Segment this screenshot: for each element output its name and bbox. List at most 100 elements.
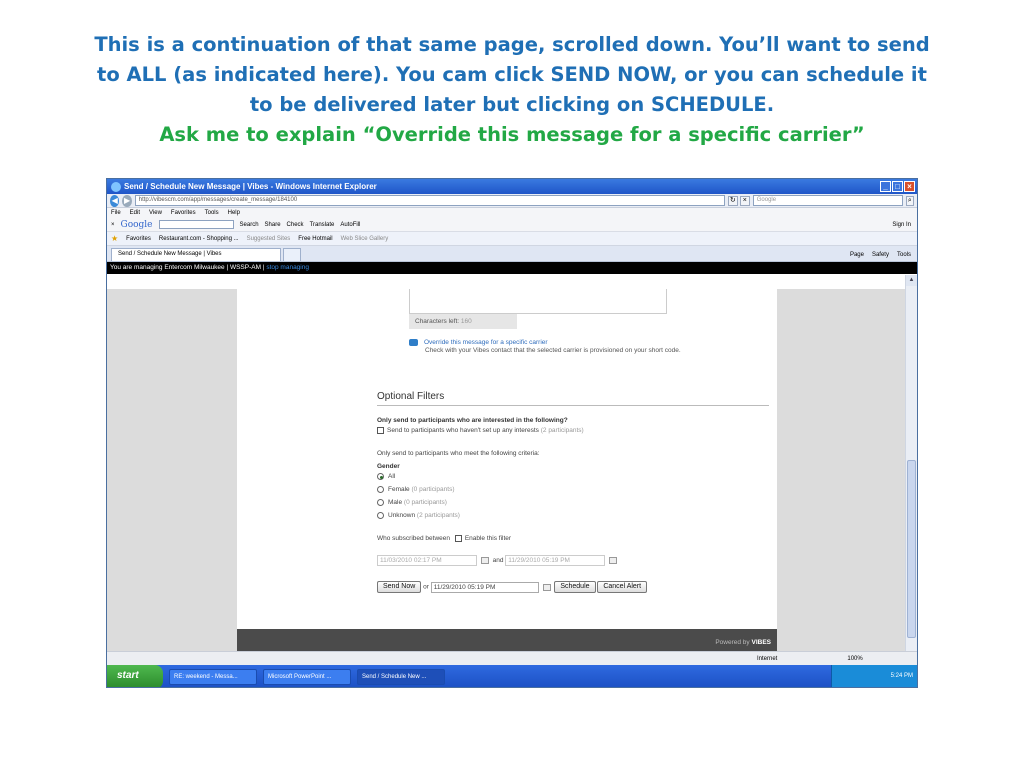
google-search-button[interactable]: Search [240, 222, 259, 228]
new-tab-button[interactable] [283, 248, 301, 261]
url-input[interactable]: http://vibescm.com/app/messages/create_m… [134, 195, 725, 206]
subscribed-filter: Who subscribed between Enable this filte… [377, 535, 512, 543]
message-form: Characters left: 160 Override this messa… [237, 289, 777, 629]
browser-screenshot: Send / Schedule New Message | Vibes - Wi… [106, 178, 918, 688]
schedule-date-input[interactable]: 11/29/2010 05:19 PM [430, 581, 539, 593]
menu-view[interactable]: View [149, 210, 162, 216]
gender-unknown-radio[interactable] [377, 512, 384, 519]
scroll-up-icon[interactable]: ▲ [906, 275, 917, 286]
zoom-level[interactable]: 100% [847, 656, 862, 662]
gender-option-male[interactable]: Male (0 participants) [377, 499, 447, 506]
gender-male-radio[interactable] [377, 499, 384, 506]
google-search-input[interactable] [158, 220, 234, 229]
favorite-web-slice-gallery[interactable]: Web Slice Gallery [341, 236, 389, 242]
tab-bar: Send / Schedule New Message | Vibes Page… [107, 246, 917, 262]
gender-option-all[interactable]: All [377, 473, 395, 480]
stop-icon[interactable]: × [739, 195, 750, 206]
tab-send-schedule[interactable]: Send / Schedule New Message | Vibes [111, 248, 281, 261]
sign-in-button[interactable]: Sign In [892, 222, 917, 228]
menu-edit[interactable]: Edit [130, 210, 140, 216]
cancel-alert-button[interactable]: Cancel Alert [597, 581, 648, 593]
criteria-text: Only send to participants who meet the f… [377, 450, 540, 457]
address-bar: ◀ ▶ http://vibescm.com/app/messages/crea… [107, 194, 917, 208]
menu-bar: File Edit View Favorites Tools Help [107, 208, 917, 218]
refresh-icon[interactable]: ↻ [727, 195, 738, 206]
menu-file[interactable]: File [111, 210, 121, 216]
window-titlebar: Send / Schedule New Message | Vibes - Wi… [107, 179, 917, 194]
window-title: Send / Schedule New Message | Vibes - Wi… [124, 182, 377, 191]
google-toolbar: × Google Search Share Check Translate Au… [107, 218, 917, 232]
back-button[interactable]: ◀ [110, 194, 120, 207]
vertical-scrollbar[interactable]: ▲ [905, 275, 917, 651]
gender-all-radio[interactable] [377, 473, 384, 480]
scroll-thumb[interactable] [907, 460, 916, 638]
favorite-free-hotmail[interactable]: Free Hotmail [298, 236, 332, 242]
stop-managing-link[interactable]: stop managing [266, 264, 309, 271]
status-bar: Internet 100% [107, 651, 917, 665]
security-zone: Internet [757, 655, 778, 662]
caption-line-4: Ask me to explain “Override this message… [159, 123, 865, 146]
override-carrier: Override this message for a specific car… [409, 339, 681, 354]
send-actions: Send Now or 11/29/2010 05:19 PM Schedule… [377, 581, 648, 593]
characters-left: Characters left: 160 [409, 314, 517, 329]
favorite-restaurant[interactable]: Restaurant.com - Shopping ... [159, 236, 239, 242]
google-translate-button[interactable]: Translate [310, 222, 335, 228]
gender-option-unknown[interactable]: Unknown (2 participants) [377, 512, 460, 519]
date-to-input[interactable]: 11/29/2010 05:19 PM [505, 555, 606, 566]
gender-option-female[interactable]: Female (0 participants) [377, 486, 455, 493]
gender-female-radio[interactable] [377, 486, 384, 493]
override-note: Check with your Vibes contact that the s… [425, 347, 681, 354]
calendar-icon[interactable] [542, 583, 551, 591]
interests-heading: Only send to participants who are intere… [377, 417, 568, 424]
favorites-button[interactable]: Favorites [126, 236, 151, 242]
ie-icon [111, 181, 121, 192]
maximize-button[interactable]: □ [892, 181, 903, 192]
characters-left-value: 160 [460, 318, 472, 325]
menu-help[interactable]: Help [228, 210, 240, 216]
google-check-button[interactable]: Check [287, 222, 304, 228]
optional-filters-title: Optional Filters [377, 391, 769, 406]
interests-checkbox[interactable] [377, 427, 384, 434]
message-textarea[interactable] [409, 289, 667, 314]
favorite-suggested-sites[interactable]: Suggested Sites [247, 236, 291, 242]
taskbar-item-browser[interactable]: Send / Schedule New ... [357, 669, 445, 685]
start-button[interactable]: start [107, 665, 163, 687]
date-range: 11/03/2010 02:17 PM and 11/29/2010 05:19… [377, 555, 619, 566]
menu-favorites[interactable]: Favorites [171, 210, 196, 216]
slide-caption: This is a continuation of that same page… [40, 30, 984, 150]
override-carrier-link[interactable]: Override this message for a specific car… [424, 339, 548, 346]
taskbar-item-powerpoint[interactable]: Microsoft PowerPoint ... [263, 669, 351, 685]
enable-filter-checkbox[interactable] [454, 535, 462, 542]
caption-line-1: This is a continuation of that same page… [94, 33, 930, 56]
search-input[interactable]: Google [752, 195, 903, 206]
caption-line-3: to be delivered later but clicking on SC… [249, 93, 775, 116]
close-button[interactable]: × [904, 181, 915, 192]
interests-option: Send to participants who haven't set up … [377, 427, 584, 434]
menu-tools[interactable]: Tools [205, 210, 219, 216]
taskbar-item-email[interactable]: RE: weekend - Messa... [169, 669, 257, 685]
calendar-icon[interactable] [480, 557, 489, 564]
page-menu[interactable]: Page [850, 252, 864, 258]
tools-menu[interactable]: Tools [897, 252, 911, 258]
favorites-bar: ★ Favorites Restaurant.com - Shopping ..… [107, 232, 917, 246]
windows-taskbar: start RE: weekend - Messa... Microsoft P… [107, 665, 917, 687]
close-toolbar-icon[interactable]: × [111, 222, 115, 228]
search-icon[interactable]: ⌕ [905, 195, 914, 206]
google-logo: Google [120, 219, 153, 230]
google-share-button[interactable]: Share [265, 222, 281, 228]
star-icon: ★ [111, 234, 119, 243]
system-tray-clock: 5:24 PM [831, 665, 917, 687]
vibes-logo: VIBES [751, 639, 771, 646]
minimize-button[interactable]: _ [880, 181, 891, 192]
date-from-input[interactable]: 11/03/2010 02:17 PM [377, 555, 477, 566]
gender-label: Gender [377, 463, 400, 470]
schedule-button[interactable]: Schedule [554, 581, 596, 593]
send-now-button[interactable]: Send Now [377, 581, 422, 593]
page-viewport: Characters left: 160 Override this messa… [107, 289, 907, 655]
calendar-icon[interactable] [609, 557, 618, 564]
safety-menu[interactable]: Safety [872, 252, 889, 258]
speech-bubble-icon [409, 339, 418, 346]
forward-button[interactable]: ▶ [122, 194, 132, 207]
managing-text: You are managing Entercom Milwaukee | WS… [110, 264, 265, 271]
google-autofill-button[interactable]: AutoFill [340, 222, 360, 228]
